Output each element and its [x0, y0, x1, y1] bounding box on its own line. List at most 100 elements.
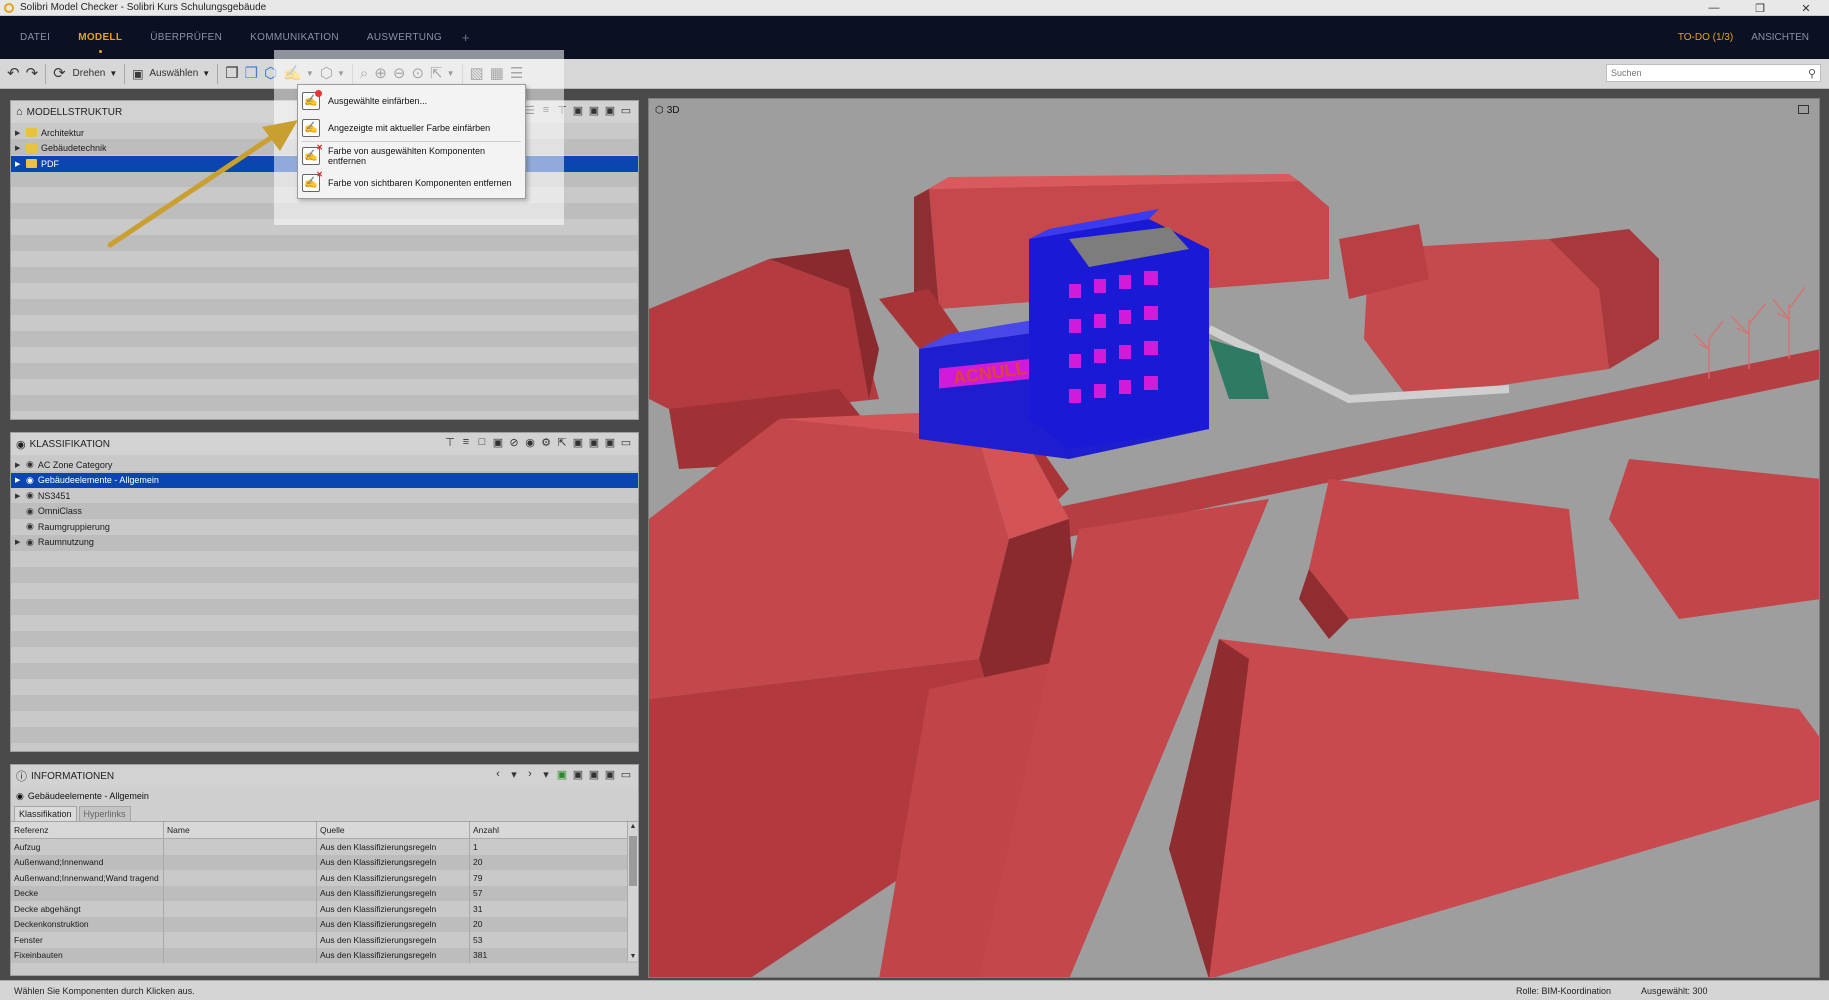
expand-arrow-icon[interactable]: ▶ — [15, 476, 23, 484]
classification-item[interactable]: ▶ ◉ Raumnutzung — [11, 535, 638, 551]
remove-icon[interactable]: ⊘ — [508, 436, 520, 449]
hierarchy-icon[interactable]: ⊤ — [444, 436, 456, 449]
add-tab-button[interactable]: + — [462, 30, 470, 45]
view-label-text: 3D — [666, 105, 680, 116]
table-row[interactable]: Außenwand;Innenwand Aus den Klassifizieru… — [11, 854, 638, 870]
expand-arrow-icon[interactable]: ▶ — [15, 144, 23, 152]
undo-button[interactable]: ↶ — [4, 63, 23, 85]
colorize-dropdown-menu: ✍ Ausgewählte einfärben... ✍ Angezeigte … — [297, 84, 526, 199]
table-header: Referenz Name Quelle Anzahl — [11, 822, 638, 839]
table-row[interactable]: Fenster Aus den Klassifizierungsregeln 53 — [11, 932, 638, 948]
expand-arrow-icon[interactable]: ▶ — [15, 492, 23, 500]
classification-label: Raumnutzung — [37, 537, 94, 548]
scroll-down-icon[interactable]: ▼ — [628, 953, 638, 960]
panel-title: INFORMATIONEN — [31, 770, 115, 782]
tab-hyperlinks[interactable]: Hyperlinks — [78, 806, 131, 821]
menu-item-colorize-visible[interactable]: ✍ Angezeigte mit aktueller Farbe einfärb… — [298, 114, 525, 141]
classification-icon: ◉ — [26, 536, 34, 547]
information-panel: ⓘ INFORMATIONEN ‹ ▾ › ▾ ▣ ▣ ▣ ▣ ▭ ◉ Gebä… — [10, 764, 639, 976]
menu-item-label: Ausgewählte einfärben... — [328, 95, 428, 106]
rotate-button[interactable]: ⟳ Drehen ▼ — [50, 63, 120, 85]
panel-button-icon[interactable]: ▣ — [572, 436, 584, 449]
maximize-panel-icon[interactable]: ▭ — [620, 436, 632, 449]
table-row[interactable]: Außenwand;Innenwand;Wand tragend Aus den … — [11, 870, 638, 886]
search-field[interactable]: ⚲ — [1606, 64, 1821, 82]
column-header[interactable]: Name — [164, 822, 317, 838]
views-button[interactable]: ANSICHTEN — [1751, 32, 1809, 43]
table-scrollbar[interactable]: ▲ ▼ — [627, 822, 638, 961]
table-row[interactable]: Deckenkonstruktion Aus den Klassifizierun… — [11, 916, 638, 932]
menu-item-colorize-selected[interactable]: ✍ Ausgewählte einfärben... — [298, 87, 525, 114]
todo-button[interactable]: TO-DO (1/3) — [1678, 32, 1733, 43]
panel-button-icon[interactable]: ▣ — [588, 436, 600, 449]
expand-arrow-icon[interactable]: ▶ — [15, 129, 23, 137]
panel-button-icon[interactable]: ▣ — [604, 104, 616, 117]
column-header[interactable]: Anzahl — [470, 822, 620, 838]
panel-button-icon[interactable]: ▣ — [604, 768, 616, 781]
table-row[interactable]: Aufzug Aus den Klassifizierungsregeln 1 — [11, 839, 638, 855]
panel-button-icon[interactable]: ▣ — [604, 436, 616, 449]
maximize-panel-icon[interactable]: ▭ — [620, 104, 632, 117]
menu-item-label: Farbe von ausgewählten Komponenten entfe… — [327, 145, 486, 166]
panel-title: KLASSIFIKATION — [29, 438, 110, 450]
select-button[interactable]: ▣ Auswählen ▼ — [129, 63, 213, 85]
3d-viewport[interactable]: ACNULL ⬡ 3D — [648, 98, 1820, 978]
scroll-up-icon[interactable]: ▲ — [628, 823, 638, 830]
classification-icon: ◉ — [16, 790, 24, 801]
panel-button-icon[interactable]: ▣ — [588, 104, 600, 117]
classification-item[interactable]: ◉ Raumgruppierung — [11, 519, 638, 535]
table-row[interactable]: Decke abgehängt Aus den Klassifizierungsr… — [11, 901, 638, 917]
column-header[interactable]: Quelle — [317, 822, 470, 838]
panel-header: ⓘ INFORMATIONEN ‹ ▾ › ▾ ▣ ▣ ▣ ▣ ▭ — [11, 765, 638, 787]
close-icon[interactable]: ✕ — [1783, 0, 1829, 16]
expand-arrow-icon[interactable]: ▶ — [15, 538, 23, 546]
tab-klassifikation[interactable]: Klassifikation — [14, 806, 77, 821]
expand-arrow-icon[interactable]: ▶ — [15, 160, 23, 168]
classification-item[interactable]: ▶ ◉ AC Zone Category — [11, 457, 638, 473]
show-all-button[interactable]: ❒ — [222, 63, 241, 85]
panel-button-icon[interactable]: ▣ — [588, 768, 600, 781]
visibility-icon[interactable]: ◉ — [524, 436, 536, 449]
toolbar-divider — [124, 63, 126, 84]
classification-item[interactable]: ▶ ◉ NS3451 — [11, 488, 638, 504]
open-folder-icon[interactable]: ▣ — [492, 436, 504, 449]
chevron-down-icon[interactable]: ▾ — [508, 768, 520, 781]
scrollbar-thumb[interactable] — [629, 836, 637, 886]
table-row[interactable]: Decke Aus den Klassifizierungsregeln 57 — [11, 885, 638, 901]
menu-item-remove-color-visible[interactable]: ✍ ✕ Farbe von sichtbaren Komponenten entf… — [298, 169, 525, 196]
new-file-icon[interactable]: □ — [476, 436, 488, 449]
rotate-icon: ⟳ — [53, 65, 66, 82]
forward-icon[interactable]: › — [524, 768, 536, 781]
panel-button-icon[interactable]: ▣ — [572, 768, 584, 781]
minimize-icon[interactable]: — — [1691, 0, 1737, 16]
settings-icon[interactable]: ⚙ — [540, 436, 552, 449]
menu-item-label: Farbe von sichtbaren Komponenten entfern… — [328, 177, 512, 188]
back-icon[interactable]: ‹ — [492, 768, 504, 781]
table-row[interactable]: Fixeinbauten Aus den Klassifizierungsrege… — [11, 947, 638, 963]
app-logo-icon — [4, 2, 14, 13]
window-controls: — ❐ ✕ — [1691, 0, 1829, 16]
menu-item-remove-color-selected[interactable]: ✍ ✕ Farbe von ausgewählten Komponenten en… — [298, 142, 525, 169]
expand-arrow-icon[interactable]: ▶ — [15, 461, 23, 469]
building-icon: ⌂ — [16, 106, 23, 118]
restore-icon[interactable]: ❐ — [1737, 0, 1783, 16]
menu-modell[interactable]: MODELL — [78, 16, 122, 59]
color-icon[interactable]: ▣ — [556, 768, 568, 781]
panel-button-icon[interactable]: ▣ — [572, 104, 584, 117]
menu-datei[interactable]: DATEI — [20, 16, 50, 59]
folder-icon — [26, 128, 37, 138]
chevron-down-icon[interactable]: ▾ — [540, 768, 552, 781]
maximize-viewport-icon[interactable] — [1798, 105, 1809, 114]
column-header[interactable]: Referenz — [11, 822, 164, 838]
paint-hand-icon: ✍ — [302, 89, 322, 110]
export-icon[interactable]: ⇱ — [556, 436, 568, 449]
filter-icon[interactable]: ≡ — [460, 436, 472, 449]
search-input[interactable] — [1611, 68, 1801, 78]
classification-label: Raumgruppierung — [37, 521, 110, 532]
menu-ueberpruefen[interactable]: ÜBERPRÜFEN — [150, 16, 222, 59]
classification-item[interactable]: ◉ OmniClass — [11, 504, 638, 520]
redo-button[interactable]: ↷ — [23, 63, 42, 85]
classification-item[interactable]: ▶ ◉ Gebäudeelemente - Allgemein — [11, 472, 638, 488]
transparency-button[interactable]: ❒ — [242, 63, 261, 85]
maximize-panel-icon[interactable]: ▭ — [620, 768, 632, 781]
